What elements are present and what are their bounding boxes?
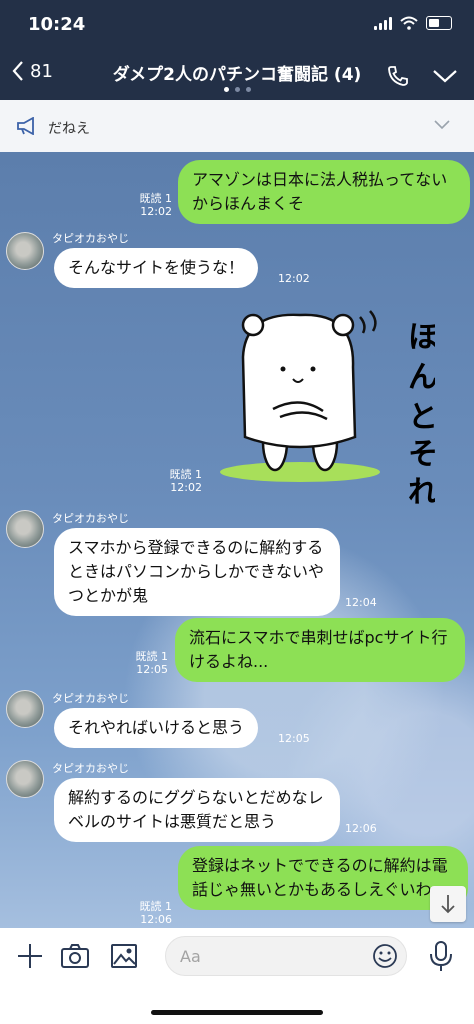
avatar[interactable] bbox=[6, 690, 44, 728]
image-icon[interactable] bbox=[110, 943, 138, 969]
sender-name: タピオカおやじ bbox=[52, 512, 129, 525]
message-time: 12:02 bbox=[140, 205, 172, 218]
microphone-icon[interactable] bbox=[428, 940, 454, 972]
read-receipt: 既読 1 bbox=[139, 192, 173, 205]
sender-name: タピオカおやじ bbox=[52, 762, 129, 775]
message-time: 12:04 bbox=[345, 596, 377, 609]
page-dot bbox=[245, 87, 251, 92]
status-time: 10:24 bbox=[28, 14, 86, 35]
svg-text:ほ: ほ bbox=[408, 320, 435, 355]
message-meta: 既読 1 12:06 bbox=[132, 900, 173, 926]
message-composer: Aa bbox=[0, 928, 474, 1024]
megaphone-icon bbox=[17, 117, 34, 135]
incoming-message[interactable]: 解約するのにググらないとだめなレベルのサイトは悪質だと思う bbox=[54, 778, 340, 842]
read-receipt: 既読 1 bbox=[139, 900, 173, 913]
scroll-to-bottom-button[interactable] bbox=[430, 886, 466, 922]
signal-icon bbox=[374, 16, 392, 30]
avatar[interactable] bbox=[6, 760, 44, 798]
sender-name: タピオカおやじ bbox=[52, 692, 129, 705]
arrow-down-icon bbox=[441, 895, 455, 914]
svg-text:れ: れ bbox=[408, 475, 435, 507]
wifi-icon bbox=[400, 16, 418, 30]
camera-icon[interactable] bbox=[60, 943, 90, 969]
plus-icon[interactable] bbox=[16, 942, 44, 970]
chevron-down-icon[interactable] bbox=[434, 120, 450, 130]
sender-name: タピオカおやじ bbox=[52, 232, 129, 245]
status-icons bbox=[374, 16, 452, 30]
message-meta: 既読 1 12:05 bbox=[128, 650, 169, 676]
read-receipt: 既読 1 bbox=[135, 650, 169, 663]
announcement-text: だねえ bbox=[48, 121, 90, 137]
chat-area[interactable]: アマゾンは日本に法人税払ってないからほんまくそ 既読 1 12:02 タピオカお… bbox=[0, 152, 474, 928]
outgoing-message[interactable]: 流石にスマホで串刺せばpcサイト行けるよね... bbox=[175, 618, 465, 682]
message-time: 12:02 bbox=[170, 481, 202, 494]
phone-icon[interactable] bbox=[386, 64, 410, 88]
svg-text:と: と bbox=[408, 400, 435, 435]
message-time: 12:05 bbox=[136, 663, 168, 676]
svg-text:ん: ん bbox=[408, 360, 435, 395]
incoming-message[interactable]: スマホから登録できるのに解約するときはパソコンからしかできないやつとかが鬼 bbox=[54, 528, 340, 616]
message-meta: 既読 1 12:02 bbox=[162, 468, 203, 494]
bear-sticker[interactable]: ほ ん と そ れ bbox=[215, 307, 435, 507]
emoji-icon[interactable] bbox=[372, 943, 398, 969]
battery-icon bbox=[426, 16, 452, 30]
incoming-message[interactable]: それやればいけると思う bbox=[54, 708, 259, 748]
message-input[interactable]: Aa bbox=[165, 936, 407, 976]
avatar[interactable] bbox=[6, 232, 44, 270]
outgoing-message[interactable]: 登録はネットでできるのに解約は電話じゃ無いとかもあるしえぐいわ bbox=[178, 846, 468, 910]
page-dot bbox=[223, 87, 229, 92]
home-indicator bbox=[151, 1010, 323, 1015]
avatar[interactable] bbox=[6, 510, 44, 548]
outgoing-message[interactable]: アマゾンは日本に法人税払ってないからほんまくそ bbox=[178, 160, 470, 224]
input-placeholder: Aa bbox=[180, 947, 201, 966]
message-time: 12:02 bbox=[278, 272, 310, 285]
message-time: 12:06 bbox=[345, 822, 377, 835]
read-receipt: 既読 1 bbox=[169, 468, 203, 481]
page-dot bbox=[234, 87, 240, 92]
svg-text:そ: そ bbox=[408, 437, 435, 472]
chat-header: 10:24 81 ダメプ2人のパチンコ奮闘記 (4) bbox=[0, 0, 474, 100]
message-time: 12:05 bbox=[278, 732, 310, 745]
announcement-bar[interactable]: だねえ bbox=[0, 100, 474, 153]
incoming-message[interactable]: そんなサイトを使うな！ bbox=[54, 248, 259, 288]
message-meta: 既読 1 12:02 bbox=[132, 192, 173, 218]
message-time: 12:06 bbox=[140, 913, 172, 926]
chevron-down-icon[interactable] bbox=[432, 68, 458, 84]
